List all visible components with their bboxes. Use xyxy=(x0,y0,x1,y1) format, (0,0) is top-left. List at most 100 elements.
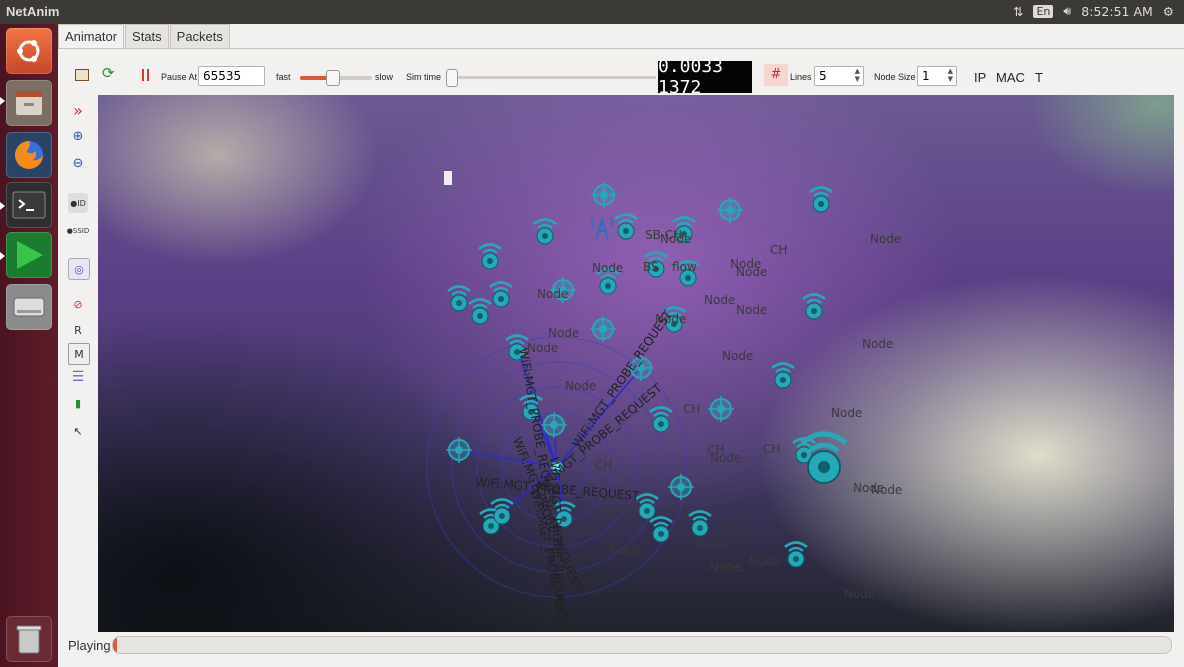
battery-icon[interactable]: ▮ xyxy=(68,393,88,413)
node-label: Node xyxy=(527,341,559,355)
active-indicator xyxy=(0,97,5,105)
packet-list-icon[interactable]: ☰ xyxy=(68,367,88,387)
cluster-head-icon xyxy=(590,316,616,342)
sim-time-label: Sim time xyxy=(406,72,442,82)
wifi-node-icon xyxy=(649,516,673,543)
node-label: Node xyxy=(736,265,768,279)
tab-packets[interactable]: Packets xyxy=(169,24,230,48)
node-size-spinbox[interactable]: 1 ▲ ▼ xyxy=(917,66,957,86)
tab-animator[interactable]: Animator xyxy=(58,24,125,48)
wifi-node-icon xyxy=(614,213,638,240)
speed-slider[interactable] xyxy=(300,70,372,86)
animation-canvas[interactable]: Node CH SB CH Node Node Node BS flow Node Node Nod… xyxy=(98,95,1174,632)
cluster-head-icon xyxy=(446,437,472,463)
side-toolbar: » ⊕ ⊖ ●ID ●SSID ◎ ⊘ R M ☰ ▮ ↖ xyxy=(58,95,98,635)
tab-stats[interactable]: Stats xyxy=(125,24,169,48)
reload-icon[interactable]: ⟳ xyxy=(102,64,115,82)
slow-label: slow xyxy=(375,72,394,82)
terminal-icon[interactable] xyxy=(6,182,52,228)
spin-arrows-icon[interactable]: ▲ ▼ xyxy=(948,67,953,83)
main-tabs: Animator Stats Packets xyxy=(58,24,231,48)
node-label: Node xyxy=(696,537,728,551)
sim-time-handle[interactable] xyxy=(446,69,458,87)
node-label: CH xyxy=(683,402,701,416)
mac-toggle[interactable]: MAC xyxy=(996,70,1025,85)
ubuntu-logo-icon[interactable] xyxy=(6,28,52,74)
animator-toolbar: ⟳ Pause At 65535 fast slow Sim time 0.00… xyxy=(58,48,1184,98)
launcher xyxy=(0,24,58,667)
system-top-bar: NetAnim ⇅ En 🔊︎ 8:52:51 AM ⚙ xyxy=(0,0,1184,24)
wifi-node-icon xyxy=(771,362,795,389)
system-tray: ⇅ En 🔊︎ 8:52:51 AM ⚙ xyxy=(1013,3,1174,19)
wireless-circles-icon[interactable]: ◎ xyxy=(68,258,90,280)
node-label: Node xyxy=(704,293,736,307)
spin-arrows-icon[interactable]: ▲ ▼ xyxy=(855,67,860,83)
volume-icon[interactable]: 🔊︎ xyxy=(1063,3,1071,19)
wifi-node-icon xyxy=(688,510,712,537)
wifi-node-icon xyxy=(468,298,492,325)
status-text: Playing xyxy=(68,638,111,653)
lines-spinbox[interactable]: 5 ▲ ▼ xyxy=(814,66,864,86)
reset-button[interactable]: R xyxy=(68,320,88,340)
window-title: NetAnim xyxy=(6,4,60,19)
ip-toggle[interactable]: IP xyxy=(974,70,986,85)
node-label: Node xyxy=(537,287,569,301)
files-icon[interactable] xyxy=(6,80,52,126)
speed-slider-handle[interactable] xyxy=(326,70,341,86)
lines-value: 5 xyxy=(819,69,827,83)
node-label: Node xyxy=(844,587,876,601)
pause-icon[interactable] xyxy=(142,69,144,81)
wifi-node-icon xyxy=(802,293,826,320)
status-bar: Playing xyxy=(58,634,1184,658)
node-label: flow xyxy=(672,260,697,274)
netanim-icon[interactable] xyxy=(6,232,52,278)
disk-drive-icon[interactable] xyxy=(6,284,52,330)
pause-at-input[interactable]: 65535 xyxy=(198,66,265,86)
node-label: Node xyxy=(862,337,894,351)
wifi-node-icon xyxy=(533,218,557,245)
wifi-node-icon xyxy=(784,541,808,568)
base-station-tower-icon xyxy=(590,216,614,240)
firefox-icon[interactable] xyxy=(6,132,52,178)
stop-icon[interactable]: ⊘ xyxy=(68,294,88,314)
node-label: CH xyxy=(595,458,613,472)
node-label: Node xyxy=(871,483,903,497)
zoom-out-icon[interactable]: ⊖ xyxy=(68,153,88,173)
active-indicator xyxy=(0,202,5,210)
node-label: Node xyxy=(660,232,692,246)
cluster-head-icon xyxy=(717,197,743,223)
node-label: Node xyxy=(749,554,781,568)
grid-toggle-icon[interactable]: # xyxy=(764,64,788,86)
clock[interactable]: 8:52:51 AM xyxy=(1081,4,1153,19)
show-ssid-icon[interactable]: ●SSID xyxy=(67,221,89,241)
fast-forward-icon[interactable]: » xyxy=(68,100,88,120)
node-label: Node xyxy=(722,349,754,363)
wifi-node-icon xyxy=(478,243,502,270)
trash-icon[interactable] xyxy=(6,616,52,662)
show-node-id-icon[interactable]: ●ID xyxy=(68,193,88,213)
node-label: Node xyxy=(604,503,636,517)
mobility-button[interactable]: M xyxy=(68,343,90,365)
network-icon[interactable]: ⇅ xyxy=(1013,4,1023,19)
node-size-label: Node Size xyxy=(874,72,916,82)
sim-time-slider[interactable] xyxy=(446,69,656,87)
pointer-icon[interactable]: ↖ xyxy=(68,421,88,441)
gear-icon[interactable]: ⚙ xyxy=(1163,4,1174,19)
node-label: CH xyxy=(763,442,781,456)
keyboard-layout-indicator[interactable]: En xyxy=(1033,4,1054,18)
node-label: Node xyxy=(870,232,902,246)
playback-progress xyxy=(112,636,1172,654)
pause-at-label: Pause At xyxy=(161,72,198,82)
zoom-in-icon[interactable]: ⊕ xyxy=(68,126,88,146)
sim-time-lcd: 0.0033 1372 xyxy=(658,56,752,98)
cluster-head-icon xyxy=(708,396,734,422)
wifi-node-icon xyxy=(809,186,833,213)
progress-fill xyxy=(113,637,118,653)
trace-toggle[interactable]: T xyxy=(1035,70,1043,85)
cluster-head-icon xyxy=(668,474,694,500)
node-label: Node xyxy=(710,451,742,465)
node-size-value: 1 xyxy=(922,69,930,83)
open-file-icon[interactable] xyxy=(75,69,89,81)
node-label: Node xyxy=(565,379,597,393)
wifi-node-icon xyxy=(489,281,513,308)
